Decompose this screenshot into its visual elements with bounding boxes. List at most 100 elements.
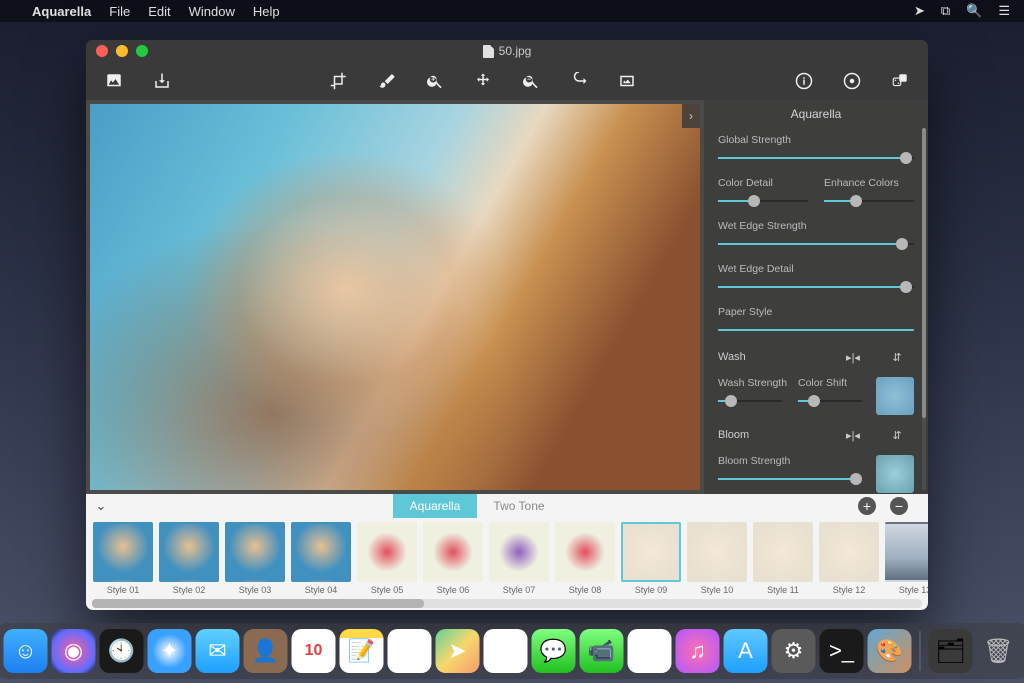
- style-thumb[interactable]: Style 03: [224, 522, 286, 599]
- redo-icon[interactable]: [569, 71, 589, 91]
- panel-scrollbar[interactable]: [922, 128, 926, 490]
- paper-style-3[interactable]: 3: [775, 330, 803, 331]
- crop-icon[interactable]: [329, 71, 349, 91]
- styles-scrollbar[interactable]: [92, 599, 922, 608]
- bloom-flip-h-icon[interactable]: ▸|◂: [836, 425, 870, 445]
- color-shift-slider[interactable]: [798, 394, 862, 408]
- wash-flip-v-icon[interactable]: ⇵: [880, 347, 914, 367]
- paper-style-6[interactable]: 6: [858, 330, 886, 331]
- open-image-icon[interactable]: [104, 71, 124, 91]
- dock-contacts-icon[interactable]: 👤: [244, 629, 288, 673]
- style-thumb[interactable]: Style 07: [488, 522, 550, 599]
- style-thumb[interactable]: Style 11: [752, 522, 814, 599]
- toolbar: [86, 62, 928, 100]
- style-thumb-label: Style 05: [371, 585, 404, 595]
- menu-edit[interactable]: Edit: [148, 4, 170, 19]
- minimize-button[interactable]: [116, 45, 128, 57]
- menu-list-icon[interactable]: ☰: [998, 3, 1010, 19]
- style-thumb[interactable]: Style 09: [620, 522, 682, 599]
- spotlight-search-icon[interactable]: 🔍: [966, 3, 982, 19]
- style-thumb[interactable]: Style 04: [290, 522, 352, 599]
- style-thumb[interactable]: Style 06: [422, 522, 484, 599]
- dock-trash-icon[interactable]: 🗑: [977, 629, 1021, 673]
- dock-messages-icon[interactable]: 💬: [532, 629, 576, 673]
- adjustments-panel: Aquarella Global Strength Color Detail E…: [704, 100, 928, 494]
- app-name[interactable]: Aquarella: [32, 4, 91, 19]
- dock-news-icon[interactable]: N: [628, 629, 672, 673]
- tab-twotone[interactable]: Two Tone: [477, 494, 561, 518]
- tab-aquarella[interactable]: Aquarella: [393, 494, 477, 518]
- menu-file[interactable]: File: [109, 4, 130, 19]
- paper-style-4[interactable]: 4: [803, 330, 831, 331]
- dock-safari-icon[interactable]: ✦: [148, 629, 192, 673]
- add-style-button[interactable]: +: [858, 497, 876, 515]
- wet-edge-strength-slider[interactable]: [718, 237, 914, 251]
- document-icon: [483, 45, 494, 58]
- wash-strength-slider[interactable]: [718, 394, 782, 408]
- style-thumb-label: Style 11: [767, 585, 799, 595]
- paper-style-2[interactable]: 2: [747, 330, 775, 331]
- dock-aquarella-icon[interactable]: 🎨: [868, 629, 912, 673]
- brush-icon[interactable]: [377, 71, 397, 91]
- style-thumb[interactable]: Style 05: [356, 522, 418, 599]
- save-image-icon[interactable]: [152, 71, 172, 91]
- settings-icon[interactable]: [842, 71, 862, 91]
- dock-finder-icon[interactable]: ☺: [4, 629, 48, 673]
- paper-style-5[interactable]: 5: [830, 330, 858, 331]
- dock-downloads-icon[interactable]: 🗂: [929, 629, 973, 673]
- dock-appstore-icon[interactable]: A: [724, 629, 768, 673]
- fullscreen-button[interactable]: [136, 45, 148, 57]
- dock-reminders-icon[interactable]: ⋮⋮: [388, 629, 432, 673]
- enhance-colors-slider[interactable]: [824, 194, 914, 208]
- zoom-out-icon[interactable]: [521, 71, 541, 91]
- style-thumb[interactable]: Style 01: [92, 522, 154, 599]
- zoom-in-icon[interactable]: [425, 71, 445, 91]
- bloom-flip-v-icon[interactable]: ⇵: [880, 425, 914, 445]
- collapse-strip-icon[interactable]: ⌄: [86, 494, 116, 518]
- paper-style-7[interactable]: 7: [886, 330, 913, 331]
- wash-flip-h-icon[interactable]: ▸|◂: [836, 347, 870, 367]
- style-thumb[interactable]: Style 13: [884, 522, 928, 599]
- dock-maps-icon[interactable]: ➤: [436, 629, 480, 673]
- wet-edge-detail-slider[interactable]: [718, 280, 914, 294]
- color-detail-slider[interactable]: [718, 194, 808, 208]
- bloom-strength-slider[interactable]: [718, 472, 862, 486]
- menu-window[interactable]: Window: [189, 4, 235, 19]
- cursor-icon[interactable]: ➤: [914, 3, 925, 19]
- dock-mail-icon[interactable]: ✉: [196, 629, 240, 673]
- wash-label: Wash: [718, 351, 826, 363]
- dock-calendar-icon[interactable]: 10: [292, 629, 336, 673]
- dock-notes-icon[interactable]: 📝: [340, 629, 384, 673]
- info-icon[interactable]: [794, 71, 814, 91]
- close-button[interactable]: [96, 45, 108, 57]
- dock-siri-icon[interactable]: ◉: [52, 629, 96, 673]
- paper-style-1[interactable]: 1: [719, 330, 747, 331]
- wash-swatch[interactable]: [876, 377, 914, 415]
- collapse-panel-icon[interactable]: ›: [682, 104, 700, 128]
- style-thumbnails: Style 01 Style 02 Style 03Style 04 Style 05…: [86, 518, 928, 599]
- airplay-icon[interactable]: ⧉: [941, 3, 950, 19]
- random-icon[interactable]: [890, 71, 910, 91]
- style-thumb-label: Style 01: [107, 585, 140, 595]
- style-thumb[interactable]: Style 12: [818, 522, 880, 599]
- menu-help[interactable]: Help: [253, 4, 280, 19]
- style-thumb[interactable]: Style 10: [686, 522, 748, 599]
- dock-clock-icon[interactable]: 🕙: [100, 629, 144, 673]
- dock-facetime-icon[interactable]: 📹: [580, 629, 624, 673]
- fit-screen-icon[interactable]: [617, 71, 637, 91]
- pan-icon[interactable]: [473, 71, 493, 91]
- style-thumb[interactable]: Style 02: [158, 522, 220, 599]
- global-strength-slider[interactable]: [718, 151, 914, 165]
- macos-dock: ☺◉🕙✦✉👤10📝⋮⋮➤✿💬📹N♫A⚙>_🎨 🗂🗑: [0, 623, 1024, 679]
- dock-itunes-icon[interactable]: ♫: [676, 629, 720, 673]
- style-thumb[interactable]: Style 08: [554, 522, 616, 599]
- dock-photos-icon[interactable]: ✿: [484, 629, 528, 673]
- bloom-swatch[interactable]: [876, 455, 914, 493]
- style-thumb-label: Style 13: [899, 585, 928, 595]
- remove-style-button[interactable]: −: [890, 497, 908, 515]
- dock-terminal-icon[interactable]: >_: [820, 629, 864, 673]
- style-thumb-image: [621, 522, 681, 582]
- image-canvas[interactable]: ›: [90, 104, 700, 490]
- style-thumb-label: Style 02: [173, 585, 206, 595]
- dock-preferences-icon[interactable]: ⚙: [772, 629, 816, 673]
